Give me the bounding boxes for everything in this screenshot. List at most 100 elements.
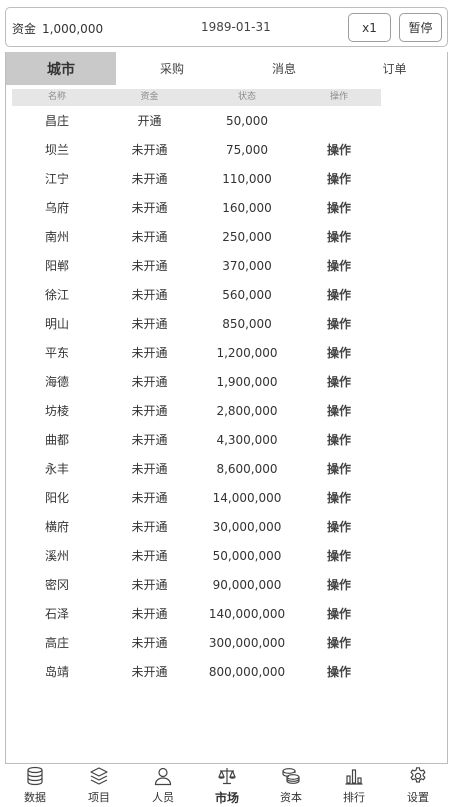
nav-label-staff: 人员 <box>152 791 174 804</box>
city-action-button[interactable]: 操作 <box>297 165 381 194</box>
tab-purchase[interactable]: 采购 <box>116 52 228 85</box>
person-icon <box>153 766 173 786</box>
city-table: 昌庄 开通 50,000 坝兰 未开通 75,000 操作 江宁 未开通 110,000 操作 乌府未… <box>12 107 381 687</box>
nav-label-market: 市场 <box>214 791 239 805</box>
city-name: 曲都 <box>44 433 69 447</box>
column-header-action: 操作 <box>329 92 348 102</box>
gear-icon <box>408 766 428 786</box>
nav-item-market[interactable]: 市场 <box>195 764 259 807</box>
nav-item-data[interactable]: 数据 <box>3 764 67 807</box>
nav-item-ranking[interactable]: 排行 <box>322 764 386 807</box>
table-row: 阳郸 未开通 370,000 操作 <box>12 252 381 281</box>
city-funds: 250,000 <box>222 230 272 244</box>
city-status: 未开通 <box>131 375 168 389</box>
city-action-button[interactable]: 操作 <box>297 339 381 368</box>
nav-label-data: 数据 <box>24 791 46 804</box>
city-name: 乌府 <box>44 201 69 215</box>
column-header-name: 名称 <box>47 92 66 102</box>
city-status: 未开通 <box>131 607 168 621</box>
city-action-button[interactable]: 操作 <box>297 397 381 426</box>
city-funds: 4,300,000 <box>216 433 278 447</box>
table-row: 阳化 未开通 14,000,000 操作 <box>12 484 381 513</box>
city-status: 未开通 <box>131 259 168 273</box>
city-name: 高庄 <box>44 636 69 650</box>
nav-label-ranking: 排行 <box>343 791 365 804</box>
nav-item-capital[interactable]: 资本 <box>259 764 323 807</box>
database-icon <box>25 766 45 786</box>
city-action-button[interactable]: 操作 <box>297 223 381 252</box>
city-action-button[interactable]: 操作 <box>297 310 381 339</box>
city-action-button[interactable]: 操作 <box>297 455 381 484</box>
city-status: 未开通 <box>131 665 168 679</box>
city-name: 密冈 <box>44 578 69 592</box>
city-funds: 560,000 <box>222 288 272 302</box>
city-funds: 14,000,000 <box>212 491 282 505</box>
table-row: 曲都 未开通 4,300,000 操作 <box>12 426 381 455</box>
nav-label-capital: 资本 <box>280 791 302 804</box>
table-row: 徐江 未开通 560,000 操作 <box>12 281 381 310</box>
city-status: 未开通 <box>131 143 168 157</box>
bottom-navigation: 数据 项目 人员 市场 资本 排行 设置 <box>0 764 453 807</box>
tab-messages[interactable]: 消息 <box>228 52 340 85</box>
table-row: 溪州 未开通 50,000,000 操作 <box>12 542 381 571</box>
city-name: 阳化 <box>44 491 69 505</box>
column-header-funds: 资金 <box>140 92 159 102</box>
nav-item-projects[interactable]: 项目 <box>67 764 131 807</box>
city-action-button[interactable]: 操作 <box>297 658 381 687</box>
city-action-button[interactable]: 操作 <box>297 571 381 600</box>
pause-button[interactable]: 暂停 <box>399 13 442 42</box>
city-status: 未开通 <box>131 172 168 186</box>
city-funds: 50,000,000 <box>212 549 282 563</box>
table-row: 乌府 未开通 160,000 操作 <box>12 194 381 223</box>
city-funds: 50,000 <box>226 114 268 128</box>
city-name: 明山 <box>44 317 69 331</box>
game-date: 1989-01-31 <box>201 20 271 34</box>
table-row: 岛靖 未开通 800,000,000 操作 <box>12 658 381 687</box>
city-name: 坊棱 <box>44 404 69 418</box>
city-action-button[interactable]: 操作 <box>297 136 381 165</box>
bar-chart-icon <box>344 766 364 786</box>
table-row: 横府 未开通 30,000,000 操作 <box>12 513 381 542</box>
table-row: 高庄 未开通 300,000,000 操作 <box>12 629 381 658</box>
city-name: 横府 <box>44 520 69 534</box>
tab-city[interactable]: 城市 <box>6 52 116 85</box>
city-funds: 110,000 <box>222 172 272 186</box>
table-row: 坊棱 未开通 2,800,000 操作 <box>12 397 381 426</box>
city-action-button[interactable]: 操作 <box>297 513 381 542</box>
table-row: 江宁 未开通 110,000 操作 <box>12 165 381 194</box>
city-funds: 2,800,000 <box>216 404 278 418</box>
funds-value: 1,000,000 <box>42 22 104 36</box>
city-action-button[interactable]: 操作 <box>297 281 381 310</box>
table-row: 密冈 未开通 90,000,000 操作 <box>12 571 381 600</box>
speed-button[interactable]: x1 <box>348 13 391 42</box>
city-action-button[interactable]: 操作 <box>297 252 381 281</box>
city-action-button[interactable]: 操作 <box>297 194 381 223</box>
city-name: 江宁 <box>44 172 69 186</box>
city-status: 未开通 <box>131 462 168 476</box>
city-funds: 370,000 <box>222 259 272 273</box>
city-action-button[interactable]: 操作 <box>297 629 381 658</box>
city-action-button[interactable]: 操作 <box>297 484 381 513</box>
market-tabs: 城市 采购 消息 订单 <box>6 52 449 86</box>
city-status: 未开通 <box>131 549 168 563</box>
coins-icon <box>281 766 301 786</box>
table-row: 坝兰 未开通 75,000 操作 <box>12 136 381 165</box>
city-action-button[interactable]: 操作 <box>297 600 381 629</box>
city-funds: 850,000 <box>222 317 272 331</box>
city-funds: 75,000 <box>226 143 268 157</box>
nav-label-projects: 项目 <box>88 791 110 804</box>
city-action-button[interactable]: 操作 <box>297 426 381 455</box>
city-action-button[interactable]: 操作 <box>297 368 381 397</box>
city-action-button[interactable]: 操作 <box>297 542 381 571</box>
city-funds: 8,600,000 <box>216 462 278 476</box>
table-row: 明山 未开通 850,000 操作 <box>12 310 381 339</box>
city-name: 昌庄 <box>44 114 69 128</box>
nav-item-staff[interactable]: 人员 <box>131 764 195 807</box>
city-name: 南州 <box>44 230 69 244</box>
tab-orders[interactable]: 订单 <box>340 52 449 85</box>
nav-item-settings[interactable]: 设置 <box>386 764 450 807</box>
city-name: 溪州 <box>44 549 69 563</box>
city-status: 未开通 <box>131 346 168 360</box>
column-header-status: 状态 <box>237 92 256 102</box>
city-status: 未开通 <box>131 288 168 302</box>
